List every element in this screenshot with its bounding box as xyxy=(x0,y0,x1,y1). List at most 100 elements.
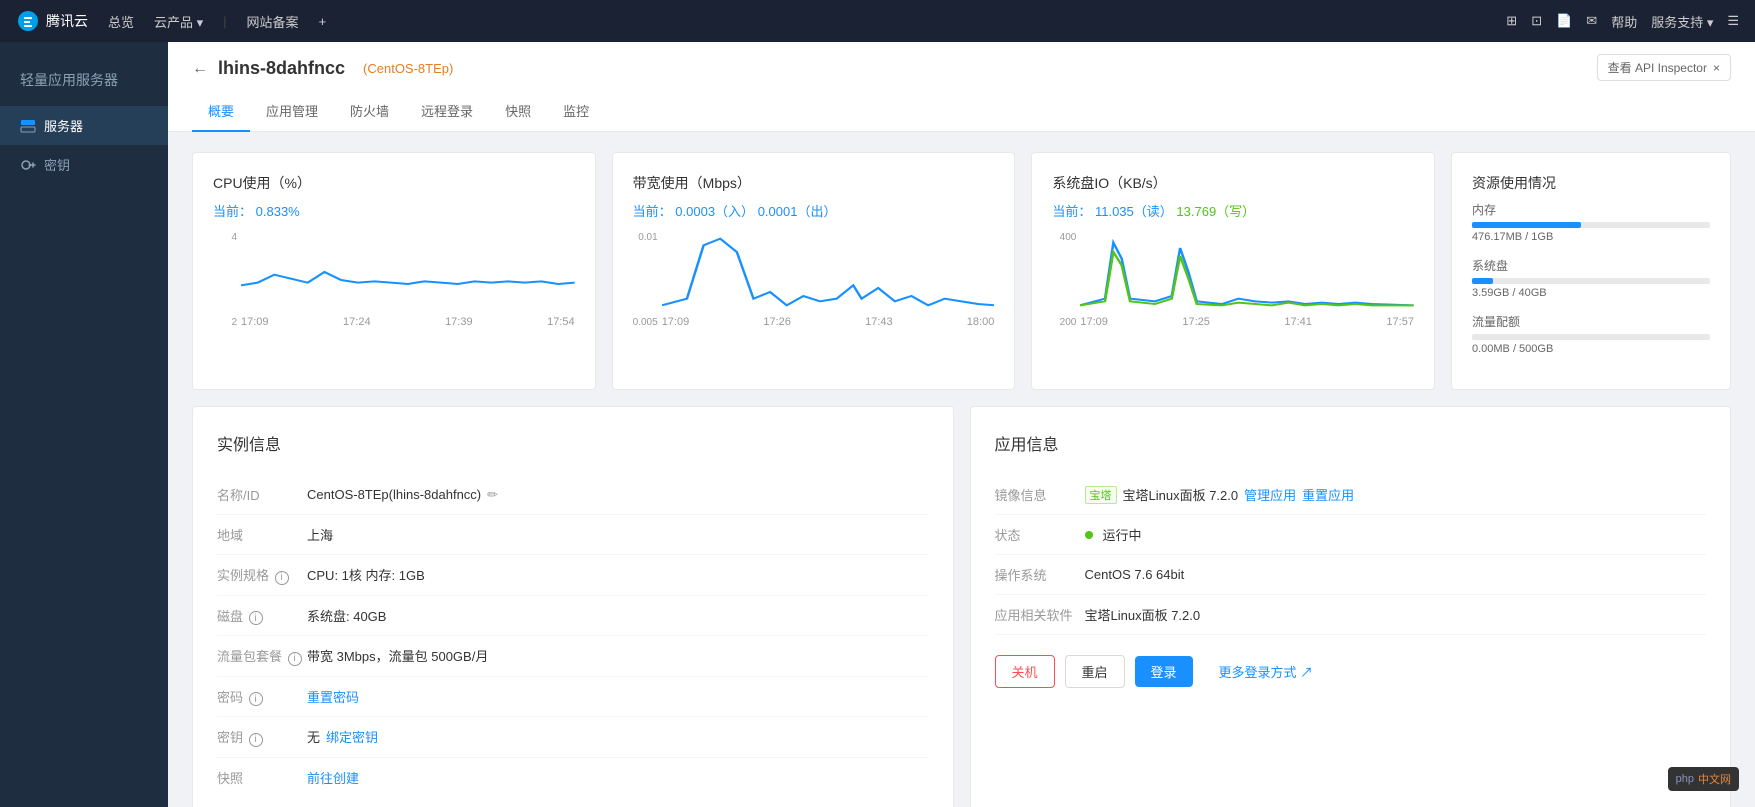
reset-app-link[interactable]: 重置应用 xyxy=(1302,485,1354,504)
spec-info-icon[interactable]: i xyxy=(275,571,289,585)
instance-title: 实例信息 xyxy=(217,431,929,455)
info-snapshot-val: 前往创建 xyxy=(307,768,929,787)
disk-chart-wrapper: 400 200 xyxy=(1052,232,1414,328)
disk-y-max: 400 xyxy=(1052,232,1076,243)
logo[interactable]: 腾讯云 xyxy=(16,9,88,33)
info-traffic-row: 流量包套餐 i 带宽 3Mbps，流量包 500GB/月 xyxy=(217,636,929,677)
app-info-card: 应用信息 镜像信息 宝塔 宝塔Linux面板 7.2.0 管理应用 重置应用 状… xyxy=(970,406,1732,807)
bw-y-mid: 0.005 xyxy=(633,317,658,328)
sidebar: 轻量应用服务器 服务器 密钥 xyxy=(0,42,168,807)
action-buttons: 关机 重启 登录 更多登录方式 ↗ xyxy=(995,655,1707,688)
cpu-card: CPU使用（%） 当前： 0.833% 4 2 xyxy=(192,152,596,390)
bind-key-link[interactable]: 绑定密钥 xyxy=(326,727,378,746)
info-password-key: 密码 i xyxy=(217,687,307,707)
info-snapshot-key: 快照 xyxy=(217,768,307,787)
bandwidth-time-labels: 17:09 17:26 17:43 18:00 xyxy=(662,316,995,328)
edit-icon[interactable]: ✏ xyxy=(487,487,498,503)
logo-text: 腾讯云 xyxy=(46,11,88,31)
back-button[interactable]: ← xyxy=(192,60,208,78)
nav-file-icon[interactable]: 📄 xyxy=(1556,13,1572,29)
app-os-val: CentOS 7.6 64bit xyxy=(1085,567,1707,582)
bandwidth-chart-wrapper: 0.01 0.005 17:09 17:26 xyxy=(633,232,995,328)
sidebar-item-key[interactable]: 密钥 xyxy=(0,145,168,184)
info-disk-val: 系统盘: 40GB xyxy=(307,606,929,625)
tab-app[interactable]: 应用管理 xyxy=(250,91,334,132)
info-region-key: 地域 xyxy=(217,525,307,544)
info-region-val: 上海 xyxy=(307,525,929,544)
info-spec-key: 实例规格 i xyxy=(217,565,307,585)
app-os-key: 操作系统 xyxy=(995,565,1085,584)
nav-filing[interactable]: 网站备案 xyxy=(247,12,299,31)
info-key-key: 密钥 i xyxy=(217,727,307,747)
nav-menu[interactable]: ☰ xyxy=(1727,13,1739,29)
shutdown-button[interactable]: 关机 xyxy=(995,655,1055,688)
app-status-row: 状态 运行中 xyxy=(995,515,1707,555)
key-info-icon[interactable]: i xyxy=(249,733,263,747)
login-button[interactable]: 登录 xyxy=(1135,656,1193,687)
resource-traffic-label: 流量配额 xyxy=(1472,313,1710,330)
cpu-time-labels: 17:09 17:24 17:39 17:54 xyxy=(241,316,575,328)
manage-app-link[interactable]: 管理应用 xyxy=(1244,485,1296,504)
nav-add[interactable]: + xyxy=(319,14,327,29)
nav-products[interactable]: 云产品 ▾ xyxy=(154,12,203,31)
disk-current: 当前： 11.035（读） 13.769（写） xyxy=(1052,201,1414,220)
cpu-chart-wrapper: 4 2 17:09 17:24 xyxy=(213,232,575,328)
disk-chart xyxy=(1080,232,1414,312)
sidebar-key-label: 密钥 xyxy=(44,155,70,174)
app-os-row: 操作系统 CentOS 7.6 64bit xyxy=(995,555,1707,595)
info-password-row: 密码 i 重置密码 xyxy=(217,677,929,718)
tab-firewall[interactable]: 防火墙 xyxy=(334,91,405,132)
resource-disk-label: 系统盘 xyxy=(1472,257,1710,274)
cpu-y-max: 4 xyxy=(213,232,237,243)
info-traffic-val: 带宽 3Mbps，流量包 500GB/月 xyxy=(307,646,929,665)
disk-y-mid: 200 xyxy=(1052,317,1076,328)
create-snapshot-link[interactable]: 前往创建 xyxy=(307,768,359,787)
resource-title: 资源使用情况 xyxy=(1472,173,1710,193)
more-login-button[interactable]: 更多登录方式 ↗ xyxy=(1203,656,1330,687)
bandwidth-chart xyxy=(662,232,995,312)
cpu-current: 当前： 0.833% xyxy=(213,201,575,220)
api-inspector-badge[interactable]: 查看 API Inspector × xyxy=(1597,54,1731,81)
php-label: php xyxy=(1676,773,1694,785)
info-traffic-key: 流量包套餐 i xyxy=(217,646,307,666)
info-key-val: 无 绑定密钥 xyxy=(307,727,929,746)
info-name-val: CentOS-8TEp(lhins-8dahfncc) ✏ xyxy=(307,487,929,503)
tab-remote[interactable]: 远程登录 xyxy=(405,91,489,132)
content-header: ← lhins-8dahfncc (CentOS-8TEp) 查看 API In… xyxy=(168,42,1755,132)
nav-help[interactable]: 帮助 xyxy=(1611,12,1637,31)
bandwidth-title: 带宽使用（Mbps） xyxy=(633,173,995,193)
disk-time-labels: 17:09 17:25 17:41 17:57 xyxy=(1080,316,1414,328)
app-software-row: 应用相关软件 宝塔Linux面板 7.2.0 xyxy=(995,595,1707,635)
nav-support[interactable]: 服务支持 ▾ xyxy=(1651,12,1713,31)
api-inspector-label: 查看 API Inspector xyxy=(1608,59,1707,76)
password-info-icon[interactable]: i xyxy=(249,692,263,706)
tab-snapshot[interactable]: 快照 xyxy=(489,91,547,132)
info-disk-key: 磁盘 i xyxy=(217,606,307,626)
info-snapshot-row: 快照 前往创建 xyxy=(217,758,929,797)
app-software-key: 应用相关软件 xyxy=(995,605,1085,624)
disk-info-icon[interactable]: i xyxy=(249,611,263,625)
content-body: CPU使用（%） 当前： 0.833% 4 2 xyxy=(168,132,1755,807)
app-status-key: 状态 xyxy=(995,525,1085,544)
nav-grid-icon[interactable]: ⊞ xyxy=(1506,13,1517,29)
resource-memory-label: 内存 xyxy=(1472,201,1710,218)
api-inspector-close[interactable]: × xyxy=(1713,61,1720,75)
app-software-val: 宝塔Linux面板 7.2.0 xyxy=(1085,605,1707,624)
monitor-row: CPU使用（%） 当前： 0.833% 4 2 xyxy=(192,152,1731,390)
nav-apps-icon[interactable]: ⊡ xyxy=(1531,13,1542,29)
sidebar-item-server[interactable]: 服务器 xyxy=(0,106,168,145)
bandwidth-card: 带宽使用（Mbps） 当前： 0.0003（入） 0.0001（出） 0.01 … xyxy=(612,152,1016,390)
reset-password-link[interactable]: 重置密码 xyxy=(307,687,359,706)
restart-button[interactable]: 重启 xyxy=(1065,655,1125,688)
info-region-row: 地域 上海 xyxy=(217,515,929,555)
app-image-key: 镜像信息 xyxy=(995,485,1085,504)
nav-overview[interactable]: 总览 xyxy=(108,12,134,31)
tab-overview[interactable]: 概要 xyxy=(192,91,250,132)
traffic-info-icon[interactable]: i xyxy=(288,652,302,666)
info-spec-val: CPU: 1核 内存: 1GB xyxy=(307,565,929,584)
tab-monitor[interactable]: 监控 xyxy=(547,91,605,132)
info-name-row: 名称/ID CentOS-8TEp(lhins-8dahfncc) ✏ xyxy=(217,475,929,515)
nav-mail-icon[interactable]: ✉ xyxy=(1586,13,1597,29)
cpu-y-mid: 2 xyxy=(213,317,237,328)
resource-traffic-value: 0.00MB / 500GB xyxy=(1472,343,1710,355)
